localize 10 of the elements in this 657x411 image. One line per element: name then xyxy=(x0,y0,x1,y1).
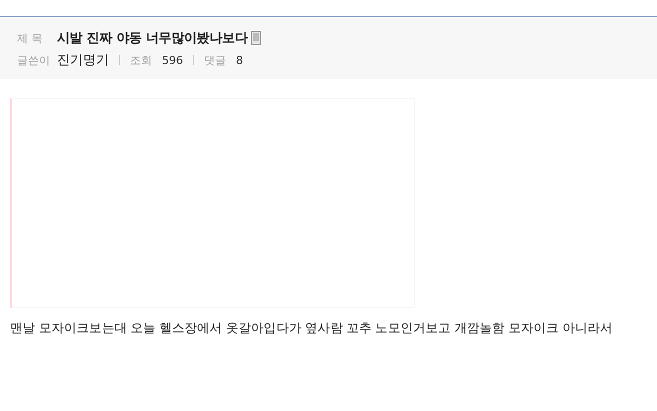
views-count: 596 xyxy=(162,54,183,66)
author-label: 글쓴이 xyxy=(17,52,51,68)
post-body: 맨날 모자이크보는대 오늘 헬스장에서 옷갈아입다가 옆사람 꼬추 노모인거보고 개깜놀함 모자이크 아니라서 xyxy=(10,320,614,337)
author-name[interactable]: 진기명기 xyxy=(57,51,109,69)
document-icon xyxy=(251,31,262,45)
comments-label: 댓글 xyxy=(204,52,226,68)
post-title: 시발 진짜 야동 너무많이봤나보다 xyxy=(57,30,248,47)
comments-count: 8 xyxy=(236,54,243,66)
views-label: 조회 xyxy=(130,52,152,68)
title-label: 제 목 xyxy=(17,30,44,46)
